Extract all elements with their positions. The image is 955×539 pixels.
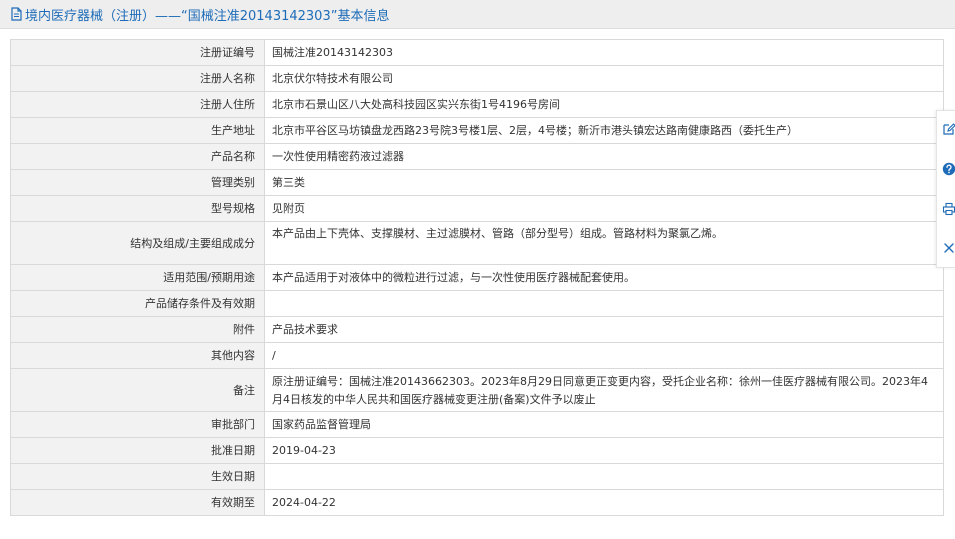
- table-row: 产品名称 一次性使用精密药液过滤器: [10, 143, 944, 170]
- row-value: 本产品由上下壳体、支撑膜材、主过滤膜材、管路（部分型号）组成。管路材料为聚氯乙烯…: [264, 221, 944, 265]
- info-table: 注册证编号 国械注准20143142303 注册人名称 北京伏尔特技术有限公司 …: [10, 39, 944, 516]
- table-row: 其他内容 /: [10, 342, 944, 369]
- row-value: 北京伏尔特技术有限公司: [264, 65, 944, 92]
- table-row: 产品储存条件及有效期: [10, 290, 944, 317]
- row-label: 注册人名称: [10, 65, 265, 92]
- table-row: 批准日期 2019-04-23: [10, 437, 944, 464]
- row-label: 产品名称: [10, 143, 265, 170]
- row-value: 产品技术要求: [264, 316, 944, 343]
- row-value: [264, 463, 944, 490]
- table-row: 生产地址 北京市平谷区马坊镇盘龙西路23号院3号楼1层、2层，4号楼；新沂市港头…: [10, 117, 944, 144]
- row-label: 型号规格: [10, 195, 265, 222]
- row-value: 国械注准20143142303: [264, 39, 944, 66]
- row-value: 国家药品监督管理局: [264, 411, 944, 438]
- row-label: 产品储存条件及有效期: [10, 290, 265, 317]
- side-toolbar: [936, 110, 955, 268]
- close-icon: [944, 243, 954, 253]
- row-label: 其他内容: [10, 342, 265, 369]
- document-icon: [10, 7, 23, 21]
- table-row: 附件 产品技术要求: [10, 316, 944, 343]
- row-value: 北京市平谷区马坊镇盘龙西路23号院3号楼1层、2层，4号楼；新沂市港头镇宏达路南…: [264, 117, 944, 144]
- row-label: 批准日期: [10, 437, 265, 464]
- row-value: 见附页: [264, 195, 944, 222]
- table-row: 适用范围/预期用途 本产品适用于对液体中的微粒进行过滤，与一次性使用医疗器械配套…: [10, 264, 944, 291]
- print-button[interactable]: [941, 201, 955, 217]
- row-label: 管理类别: [10, 169, 265, 196]
- table-row: 注册人住所 北京市石景山区八大处高科技园区实兴东街1号4196号房间: [10, 91, 944, 118]
- row-label: 注册证编号: [10, 39, 265, 66]
- close-button[interactable]: [941, 240, 955, 256]
- page-title: 境内医疗器械（注册）——“国械注准20143142303”基本信息: [25, 8, 390, 24]
- row-value: 原注册证编号：国械注准20143662303。2023年8月29日同意更正变更内…: [264, 368, 944, 412]
- row-value: 2019-04-23: [264, 437, 944, 464]
- print-icon: [942, 202, 955, 216]
- row-label: 结构及组成/主要组成成分: [10, 221, 265, 265]
- table-row: 管理类别 第三类: [10, 169, 944, 196]
- row-value: 第三类: [264, 169, 944, 196]
- table-row: 审批部门 国家药品监督管理局: [10, 411, 944, 438]
- row-label: 审批部门: [10, 411, 265, 438]
- table-row: 备注 原注册证编号：国械注准20143662303。2023年8月29日同意更正…: [10, 368, 944, 412]
- row-value: 本产品适用于对液体中的微粒进行过滤，与一次性使用医疗器械配套使用。: [264, 264, 944, 291]
- row-label: 适用范围/预期用途: [10, 264, 265, 291]
- row-value: [264, 290, 944, 317]
- edit-button[interactable]: [941, 121, 955, 137]
- table-row: 型号规格 见附页: [10, 195, 944, 222]
- table-row: 注册证编号 国械注准20143142303: [10, 39, 944, 66]
- row-label: 附件: [10, 316, 265, 343]
- table-row: 结构及组成/主要组成成分 本产品由上下壳体、支撑膜材、主过滤膜材、管路（部分型号…: [10, 221, 944, 265]
- row-label: 生效日期: [10, 463, 265, 490]
- row-label: 备注: [10, 368, 265, 412]
- edit-icon: [943, 123, 955, 135]
- table-row: 注册人名称 北京伏尔特技术有限公司: [10, 65, 944, 92]
- help-icon: [942, 162, 955, 176]
- row-value: 一次性使用精密药液过滤器: [264, 143, 944, 170]
- page-header: 境内医疗器械（注册）——“国械注准20143142303”基本信息: [0, 0, 955, 29]
- row-label: 注册人住所: [10, 91, 265, 118]
- help-button[interactable]: [941, 161, 955, 177]
- row-value: 北京市石景山区八大处高科技园区实兴东街1号4196号房间: [264, 91, 944, 118]
- row-value: 2024-04-22: [264, 489, 944, 516]
- row-label: 生产地址: [10, 117, 265, 144]
- row-value: /: [264, 342, 944, 369]
- table-row: 生效日期: [10, 463, 944, 490]
- row-label: 有效期至: [10, 489, 265, 516]
- table-row: 有效期至 2024-04-22: [10, 489, 944, 516]
